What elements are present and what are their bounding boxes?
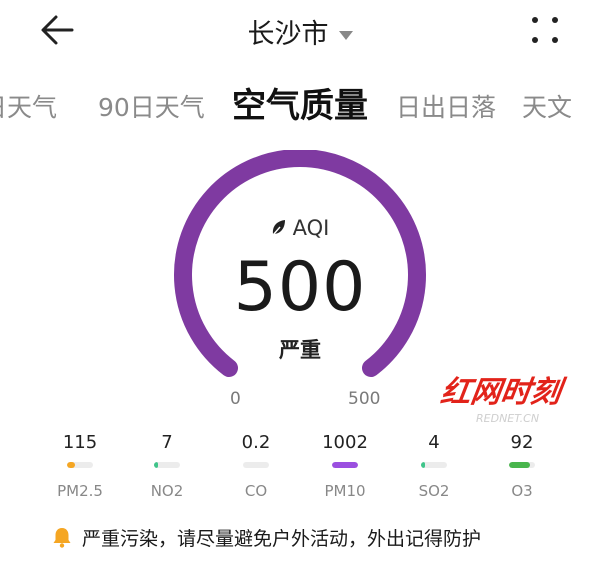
pollutant-so2[interactable]: 4 SO2	[386, 430, 482, 500]
pollutant-o3[interactable]: 92 O3	[474, 430, 570, 500]
pollutant-level-fill	[509, 462, 530, 468]
pollutant-row: 115 PM2.5 7 NO2 0.2 CO 1002 PM10 4 SO2 9…	[0, 430, 600, 510]
pollutant-level-fill	[421, 462, 425, 468]
aqi-value: 500	[233, 248, 367, 327]
pollutant-level-bar	[67, 462, 93, 468]
bell-icon	[53, 528, 71, 548]
pollutant-value: 115	[62, 432, 98, 453]
pollutant-value: 0.2	[241, 432, 271, 453]
svg-text:红网时刻: 红网时刻	[440, 375, 568, 410]
pollutant-level-bar	[509, 462, 535, 468]
gauge-scale-max: 500	[348, 389, 381, 409]
tab-air-quality[interactable]: 空气质量	[232, 78, 368, 127]
pollutant-level-fill	[154, 462, 158, 468]
pollutant-name: O3	[511, 482, 533, 500]
pollutant-name: CO	[244, 482, 268, 500]
pollutant-name: NO2	[150, 482, 184, 500]
tab-90-day-weather[interactable]: 90日天气	[98, 88, 205, 124]
pollutant-level-bar	[421, 462, 447, 468]
gauge-scale-min: 0	[230, 389, 241, 409]
aqi-label: AQI	[0, 216, 600, 240]
pollutant-pm25[interactable]: 115 PM2.5	[32, 430, 128, 500]
caret-down-icon	[338, 31, 353, 40]
city-name: 长沙市	[247, 19, 329, 50]
rednet-watermark-logo: 红网时刻 REDNET.CN	[440, 375, 568, 425]
pollutant-value: 92	[510, 432, 534, 453]
pollutant-no2[interactable]: 7 NO2	[119, 430, 215, 500]
tab-bar: 日天气 90日天气 空气质量 日出日落 天文	[0, 72, 600, 132]
pollutant-level-fill	[332, 462, 358, 468]
leaf-icon	[272, 220, 285, 236]
header-bar: 长沙市	[0, 0, 600, 60]
pollutant-value: 7	[161, 432, 173, 453]
aqi-level: 严重	[279, 338, 321, 362]
pollutant-value: 1002	[322, 432, 368, 453]
pollutant-value: 4	[428, 432, 440, 453]
pollutant-level-fill	[67, 462, 75, 468]
tab-daily-weather[interactable]: 日天气	[0, 88, 57, 124]
more-button[interactable]	[526, 12, 566, 48]
pollutant-co[interactable]: 0.2 CO	[208, 430, 304, 500]
svg-text:REDNET.CN: REDNET.CN	[476, 412, 539, 425]
pollutant-level-bar	[243, 462, 269, 468]
health-advice-text: 严重污染，请尽量避免户外活动，外出记得防护	[82, 528, 482, 550]
city-selector[interactable]: 长沙市	[0, 12, 600, 51]
tab-astronomy[interactable]: 天文	[522, 88, 572, 124]
aqi-label-text: AQI	[292, 216, 330, 240]
tab-sunrise-sunset[interactable]: 日出日落	[396, 88, 496, 124]
more-dots-icon	[532, 17, 558, 43]
pollutant-name: PM10	[324, 482, 366, 500]
pollutant-name: PM2.5	[57, 482, 103, 500]
health-advice: 严重污染，请尽量避免户外活动，外出记得防护	[50, 524, 481, 551]
pollutant-level-bar	[332, 462, 358, 468]
pollutant-name: SO2	[418, 482, 450, 500]
pollutant-pm10[interactable]: 1002 PM10	[297, 430, 393, 500]
pollutant-level-bar	[154, 462, 180, 468]
